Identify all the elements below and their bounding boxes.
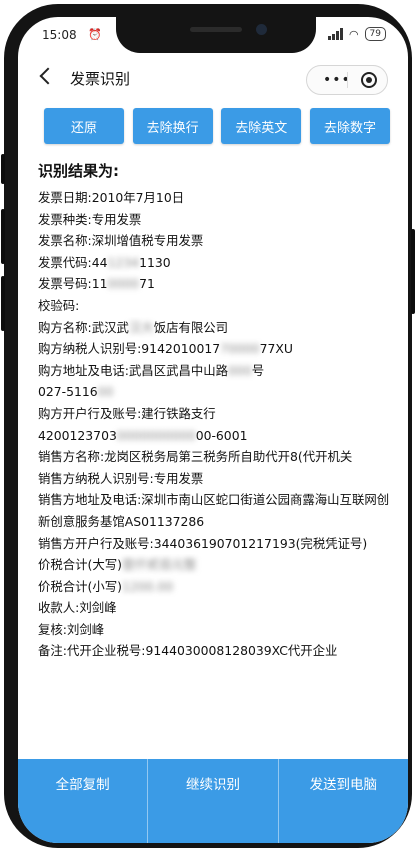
navigation-bar: 发票识别 ••• bbox=[18, 65, 408, 95]
continue-recognition-button[interactable]: 继续识别 bbox=[147, 759, 277, 843]
copy-all-button[interactable]: 全部复制 bbox=[18, 759, 147, 843]
buyer-name: 购方名称:武汉武汉大饭店有限公司 bbox=[38, 319, 229, 335]
bottom-action-bar: 全部复制 继续识别 发送到电脑 bbox=[18, 759, 408, 843]
capsule-divider bbox=[347, 72, 348, 88]
alarm-icon: ⏰ bbox=[88, 28, 102, 41]
speaker-grille bbox=[190, 27, 242, 32]
power-button bbox=[411, 229, 415, 314]
recognition-result: 识别结果为: 发票日期:2010年7月10日 发票种类:专用发票 发票名称:深圳… bbox=[38, 160, 394, 662]
buyer-phone: 027-511600 bbox=[38, 384, 114, 400]
seller-address: 销售方地址及电话:深圳市南山区蛇口街道公园商露海山互联网创新创意服务基馆AS01… bbox=[38, 492, 390, 529]
mute-switch bbox=[1, 154, 5, 184]
buyer-address: 购方地址及电话:武昌区武昌中山路000号 bbox=[38, 362, 265, 378]
remark: 备注:代开企业税号:9144030008128039XC代开企业 bbox=[38, 643, 338, 659]
check-code: 校验码: bbox=[38, 297, 80, 313]
wifi-icon: ◠ bbox=[348, 27, 359, 41]
status-time: 15:08 bbox=[42, 28, 77, 42]
volume-down-button bbox=[1, 276, 5, 331]
send-to-computer-button[interactable]: 发送到电脑 bbox=[277, 759, 408, 843]
buyer-bank: 购方开户行及账号:建行铁路支行 bbox=[38, 405, 216, 421]
page-title: 发票识别 bbox=[70, 70, 131, 88]
phone-frame: 15:08 ⏰ ◠ 79 发票识别 ••• 还原 去除换行 去除英文 去除数字 … bbox=[1, 4, 415, 848]
action-buttons: 还原 去除换行 去除英文 去除数字 bbox=[44, 108, 390, 144]
back-arrow-icon[interactable] bbox=[39, 67, 57, 85]
status-indicators: ◠ 79 bbox=[327, 27, 386, 41]
invoice-name: 发票名称:深圳增值税专用发票 bbox=[38, 233, 204, 249]
payee: 收款人:刘剑峰 bbox=[38, 600, 117, 616]
result-heading: 识别结果为: bbox=[38, 162, 119, 180]
remove-english-button[interactable]: 去除英文 bbox=[221, 108, 302, 144]
volume-up-button bbox=[1, 209, 5, 264]
restore-button[interactable]: 还原 bbox=[44, 108, 124, 144]
invoice-date: 发票日期:2010年7月10日 bbox=[38, 190, 185, 205]
invoice-number: 发票号码:11000071 bbox=[38, 276, 155, 292]
close-target-icon[interactable] bbox=[361, 72, 377, 88]
buyer-tax-id: 购方纳税人识别号:91420100177000077XU bbox=[38, 341, 293, 357]
mini-program-capsule: ••• bbox=[306, 65, 388, 95]
buyer-account: 4200123703000000000000-6001 bbox=[38, 427, 248, 443]
invoice-code: 发票代码:4412341130 bbox=[38, 254, 171, 270]
invoice-kind: 发票种类:专用发票 bbox=[38, 211, 142, 227]
front-camera bbox=[256, 24, 267, 35]
phone-screen: 15:08 ⏰ ◠ 79 发票识别 ••• 还原 去除换行 去除英文 去除数字 … bbox=[18, 17, 408, 843]
seller-name: 销售方名称:龙岗区税务局第三税务所自助代开8(代开机关 bbox=[38, 449, 353, 465]
reviewer: 复核:刘剑峰 bbox=[38, 621, 105, 637]
remove-digits-button[interactable]: 去除数字 bbox=[309, 108, 390, 144]
seller-bank: 销售方开户行及账号:344036190701217193(完税凭证号) bbox=[38, 535, 368, 551]
total-upper: 价税合计(大写)壹仟贰佰元整 bbox=[38, 557, 197, 573]
remove-newlines-button[interactable]: 去除换行 bbox=[132, 108, 213, 144]
phone-notch bbox=[116, 17, 316, 53]
signal-icon bbox=[327, 28, 343, 40]
total-lower: 价税合计(小写)1200.00 bbox=[38, 578, 174, 594]
seller-tax-id: 销售方纳税人识别号:专用发票 bbox=[38, 470, 204, 486]
battery-icon: 79 bbox=[364, 27, 386, 41]
